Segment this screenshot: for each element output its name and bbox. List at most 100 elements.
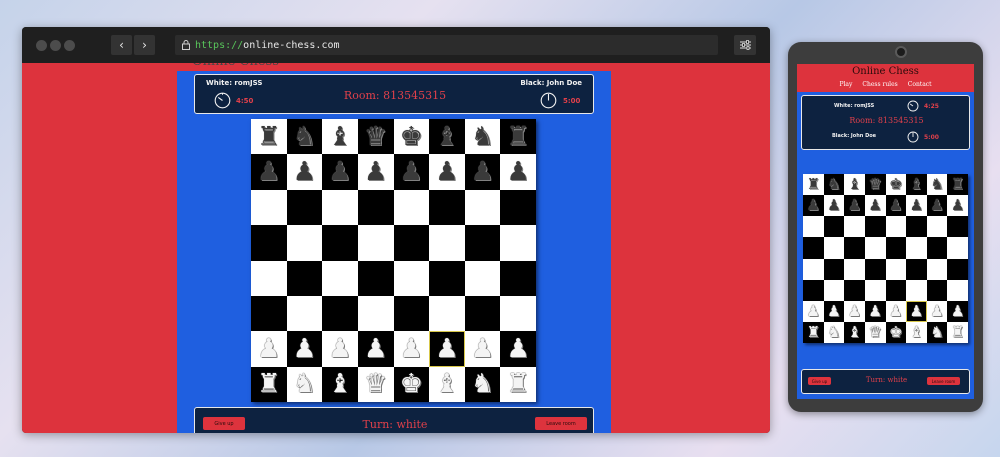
board-square[interactable]: ♛: [864, 321, 886, 343]
black-bishop-icon[interactable]: ♝: [910, 177, 923, 192]
board-square[interactable]: ♞: [286, 119, 323, 155]
board-square[interactable]: ♝: [429, 366, 465, 402]
black-pawn-icon[interactable]: ♟: [910, 198, 923, 213]
board-square[interactable]: [885, 237, 907, 259]
board-square[interactable]: [357, 189, 394, 226]
white-bishop-icon[interactable]: ♝: [435, 371, 458, 397]
board-square[interactable]: [926, 258, 948, 280]
board-square[interactable]: [803, 258, 824, 280]
board-square[interactable]: ♛: [357, 119, 394, 155]
board-square[interactable]: ♟: [906, 300, 927, 322]
black-king-icon[interactable]: ♚: [889, 177, 902, 192]
board-square[interactable]: ♟: [803, 195, 824, 217]
board-square[interactable]: ♟: [885, 195, 907, 217]
white-bishop-icon[interactable]: ♝: [910, 324, 923, 340]
board-square[interactable]: [429, 225, 465, 261]
board-square[interactable]: ♞: [823, 321, 845, 343]
board-square[interactable]: [464, 295, 501, 332]
white-pawn-icon[interactable]: ♟: [827, 303, 840, 319]
board-square[interactable]: ♜: [251, 366, 287, 402]
board-square[interactable]: ♟: [393, 331, 430, 367]
black-rook-icon[interactable]: ♜: [951, 177, 964, 192]
board-square[interactable]: [823, 237, 845, 259]
board-square[interactable]: [947, 216, 968, 238]
mobile-chess-board[interactable]: ♜ ♞ ♝ ♛ ♚ ♝ ♞ ♜ ♟ ♟ ♟ ♟ ♟ ♟ ♟ ♟ ♟ ♟ ♟ ♟ ♟ ♟ ♟ ♟ ♜ ♞ ♝ ♛ ♚ ♝ ♞ ♜: [803, 174, 968, 343]
window-dot-icon[interactable]: [36, 40, 47, 51]
board-square[interactable]: ♟: [926, 195, 948, 217]
board-square[interactable]: ♟: [947, 195, 968, 217]
white-knight-icon[interactable]: ♞: [293, 371, 316, 397]
board-square[interactable]: ♚: [393, 119, 430, 155]
black-king-icon[interactable]: ♚: [400, 124, 423, 150]
board-square[interactable]: ♜: [500, 366, 536, 402]
white-pawn-icon[interactable]: ♟: [257, 336, 280, 362]
black-pawn-icon[interactable]: ♟: [868, 198, 881, 213]
white-pawn-icon[interactable]: ♟: [848, 303, 861, 319]
board-square[interactable]: ♝: [906, 321, 927, 343]
white-bishop-icon[interactable]: ♝: [328, 371, 351, 397]
black-pawn-icon[interactable]: ♟: [364, 159, 387, 185]
board-square[interactable]: ♟: [464, 331, 501, 367]
board-square[interactable]: [322, 260, 358, 296]
board-square[interactable]: ♟: [286, 331, 323, 367]
board-square[interactable]: [251, 225, 287, 261]
board-square[interactable]: [823, 279, 845, 301]
board-square[interactable]: [286, 260, 323, 296]
white-king-icon[interactable]: ♚: [400, 371, 423, 397]
white-pawn-icon[interactable]: ♟: [400, 336, 423, 362]
board-square[interactable]: ♟: [864, 300, 886, 322]
board-square[interactable]: [322, 225, 358, 261]
board-square[interactable]: [500, 225, 536, 261]
board-square[interactable]: ♝: [844, 321, 865, 343]
window-dot-icon[interactable]: [50, 40, 61, 51]
board-square[interactable]: [251, 260, 287, 296]
board-square[interactable]: [947, 237, 968, 259]
board-square[interactable]: [803, 237, 824, 259]
board-square[interactable]: ♟: [947, 300, 968, 322]
board-square[interactable]: ♝: [844, 174, 865, 196]
board-square[interactable]: [500, 189, 536, 226]
board-square[interactable]: ♟: [864, 195, 886, 217]
white-knight-icon[interactable]: ♞: [827, 324, 840, 340]
board-square[interactable]: [864, 237, 886, 259]
board-square[interactable]: [251, 189, 287, 226]
board-square[interactable]: [823, 258, 845, 280]
board-square[interactable]: [906, 279, 927, 301]
board-square[interactable]: ♟: [500, 154, 536, 190]
board-square[interactable]: [885, 279, 907, 301]
board-square[interactable]: [803, 279, 824, 301]
board-square[interactable]: [500, 260, 536, 296]
nav-contact[interactable]: Contact: [908, 81, 932, 88]
board-square[interactable]: [947, 258, 968, 280]
board-square[interactable]: [926, 216, 948, 238]
white-queen-icon[interactable]: ♛: [364, 371, 387, 397]
black-bishop-icon[interactable]: ♝: [435, 124, 458, 150]
black-queen-icon[interactable]: ♛: [364, 124, 387, 150]
board-square[interactable]: [429, 260, 465, 296]
board-square[interactable]: [251, 295, 287, 332]
board-square[interactable]: ♜: [947, 174, 968, 196]
board-square[interactable]: ♟: [429, 331, 465, 367]
board-square[interactable]: [844, 216, 865, 238]
black-pawn-icon[interactable]: ♟: [257, 159, 280, 185]
board-square[interactable]: ♜: [947, 321, 968, 343]
board-square[interactable]: [864, 216, 886, 238]
board-square[interactable]: ♟: [823, 300, 845, 322]
board-square[interactable]: ♟: [464, 154, 501, 190]
board-square[interactable]: ♟: [251, 154, 287, 190]
board-square[interactable]: [286, 189, 323, 226]
board-square[interactable]: ♝: [322, 119, 358, 155]
board-square[interactable]: [357, 295, 394, 332]
board-square[interactable]: ♟: [322, 154, 358, 190]
board-square[interactable]: ♟: [322, 331, 358, 367]
white-king-icon[interactable]: ♚: [889, 324, 902, 340]
board-square[interactable]: [885, 216, 907, 238]
board-square[interactable]: ♟: [357, 331, 394, 367]
board-square[interactable]: [844, 237, 865, 259]
black-pawn-icon[interactable]: ♟: [889, 198, 902, 213]
black-knight-icon[interactable]: ♞: [471, 124, 494, 150]
board-square[interactable]: ♟: [357, 154, 394, 190]
white-pawn-icon[interactable]: ♟: [930, 303, 943, 319]
board-square[interactable]: [393, 295, 430, 332]
board-square[interactable]: [844, 258, 865, 280]
